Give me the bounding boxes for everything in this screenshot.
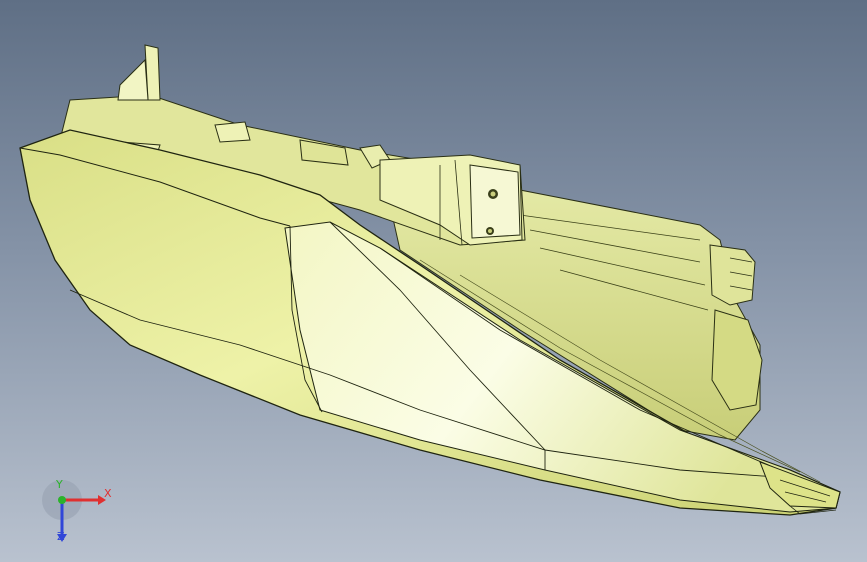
3d-viewport[interactable]: X Y Z [0, 0, 867, 562]
x-axis-label: X [104, 487, 112, 500]
z-axis-label: Z [57, 530, 65, 543]
headlamp-model[interactable] [0, 0, 867, 562]
y-axis-dot [58, 496, 66, 504]
y-axis-label: Y [56, 478, 63, 491]
